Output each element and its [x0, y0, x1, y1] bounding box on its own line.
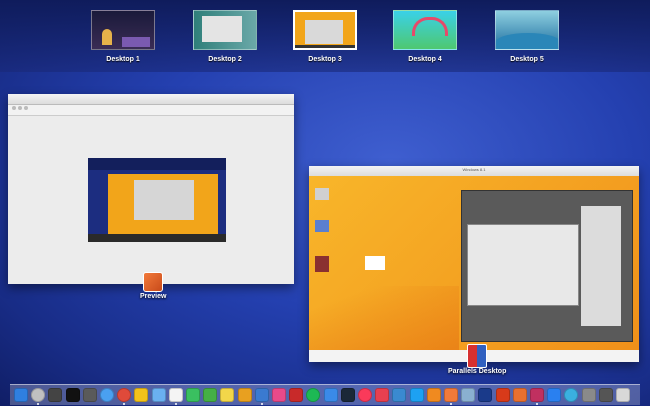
space-label: Desktop 5: [510, 56, 544, 63]
space-label: Desktop 2: [208, 56, 242, 63]
airdrop-icon[interactable]: [564, 388, 579, 402]
space-label: Desktop 3: [308, 56, 342, 63]
safari-icon[interactable]: [100, 388, 114, 402]
twitter-icon[interactable]: [409, 388, 424, 402]
messenger-icon[interactable]: [547, 388, 562, 402]
dock: [10, 384, 640, 405]
space-label: Desktop 4: [408, 56, 442, 63]
space-desktop-5[interactable]: Desktop 5: [494, 10, 560, 70]
desktop-2-thumbnail: [193, 10, 257, 50]
gift-icon[interactable]: [530, 388, 544, 402]
desktop-1-thumbnail: [91, 10, 155, 50]
photos-icon[interactable]: [134, 388, 149, 402]
trash-icon[interactable]: [616, 388, 630, 402]
steam-icon[interactable]: [340, 388, 355, 402]
desktop-5-thumbnail: [495, 10, 559, 50]
app-store-icon[interactable]: [323, 388, 338, 402]
photoshop-icon[interactable]: [478, 388, 493, 402]
parallels-window[interactable]: Windows 8.1: [309, 166, 639, 362]
spaces-bar: Desktop 1 Desktop 2 Desktop 3 Desktop 4 …: [0, 0, 650, 72]
pocket-icon[interactable]: [375, 388, 390, 402]
notes-icon[interactable]: [220, 388, 235, 402]
itunes-icon[interactable]: [272, 388, 286, 402]
chrome-icon[interactable]: [117, 388, 132, 402]
spotify-icon[interactable]: [306, 388, 321, 402]
chrome-2-icon[interactable]: [237, 388, 252, 402]
keynote-icon[interactable]: [254, 388, 269, 402]
running-indicator: [174, 403, 177, 405]
running-indicator: [536, 403, 538, 405]
gears-icon[interactable]: [581, 388, 596, 402]
iphoto-icon[interactable]: [461, 388, 476, 402]
parallels-icon[interactable]: [289, 388, 304, 402]
parallels-window-title: Windows 8.1: [462, 167, 486, 172]
space-desktop-1[interactable]: Desktop 1: [90, 10, 156, 70]
running-indicator: [260, 403, 263, 405]
cpu-meter-icon[interactable]: [82, 388, 97, 402]
facetime-icon[interactable]: [203, 388, 218, 402]
running-indicator: [123, 403, 126, 405]
preview-icon[interactable]: [444, 388, 458, 402]
office-icon[interactable]: [495, 388, 510, 402]
music-icon[interactable]: [358, 388, 372, 402]
desktop-3-thumbnail: [293, 10, 357, 50]
preview-app-label: Preview: [140, 293, 167, 300]
preview-icon: [143, 272, 163, 292]
calendar-icon[interactable]: [168, 388, 183, 402]
windows8-desktop: [309, 176, 639, 350]
preview-document: [88, 158, 226, 242]
space-desktop-4[interactable]: Desktop 4: [392, 10, 458, 70]
space-label: Desktop 1: [106, 56, 140, 63]
calculator-icon[interactable]: [598, 388, 613, 402]
stats-icon[interactable]: [48, 388, 63, 402]
running-indicator: [37, 403, 40, 405]
preview-toolbar: [8, 105, 294, 116]
desktop-4-thumbnail: [393, 10, 457, 50]
candy-icon[interactable]: [512, 388, 527, 402]
messages-icon[interactable]: [186, 388, 200, 402]
space-desktop-2[interactable]: Desktop 2: [192, 10, 258, 70]
terminal-icon[interactable]: [65, 388, 80, 402]
space-desktop-3[interactable]: Desktop 3: [292, 10, 358, 70]
launchpad-icon[interactable]: [31, 388, 46, 402]
books-icon[interactable]: [426, 388, 441, 402]
airmail-icon[interactable]: [392, 388, 407, 402]
finder-icon[interactable]: [14, 388, 28, 402]
parallels-icon: [467, 344, 487, 368]
parallels-app-label: Parallels Desktop: [448, 368, 507, 375]
mail-icon[interactable]: [151, 388, 166, 402]
preview-window[interactable]: [8, 94, 294, 284]
preview-titlebar: [8, 94, 294, 110]
running-indicator: [450, 403, 452, 405]
